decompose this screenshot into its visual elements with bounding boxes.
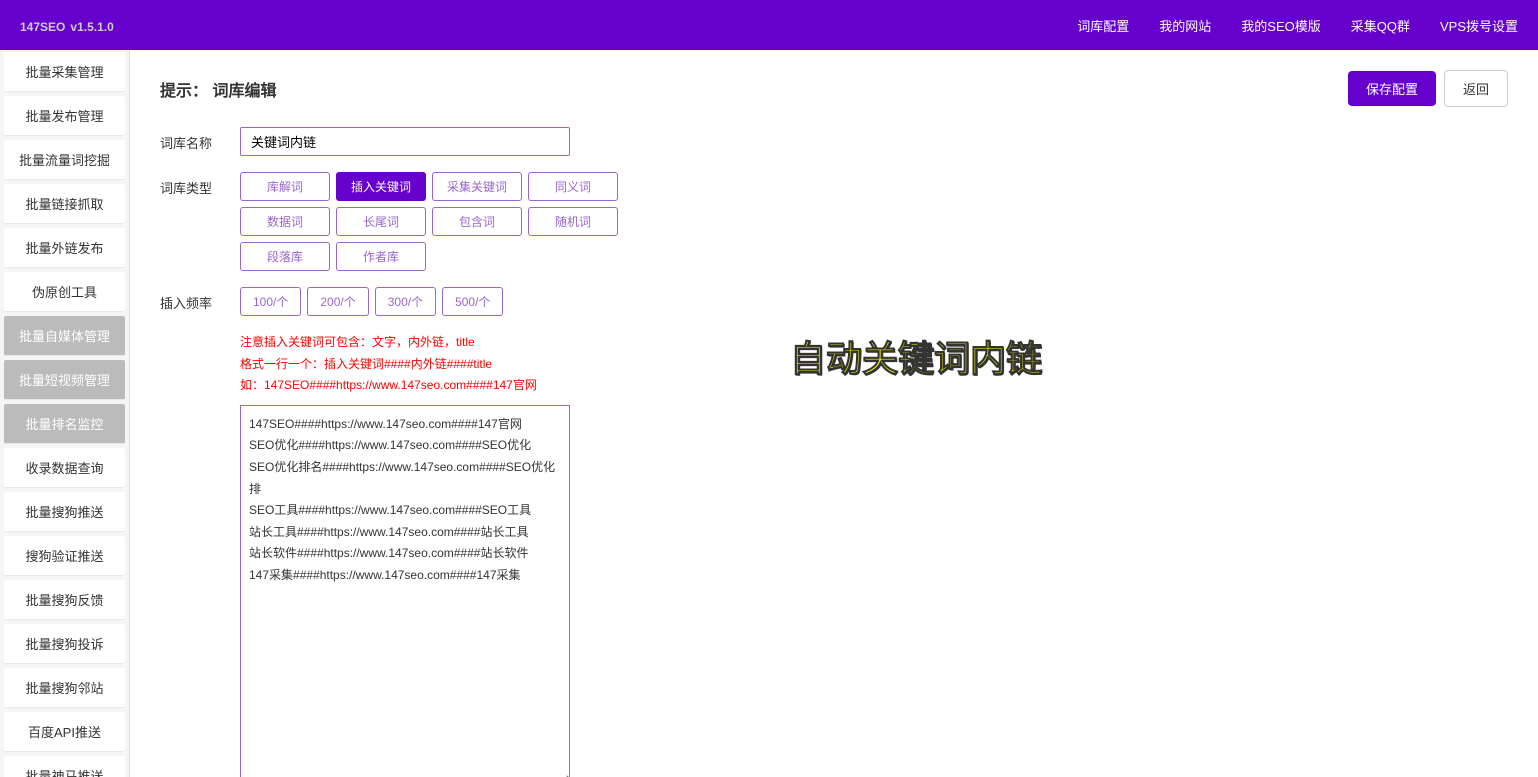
type-btn-4[interactable]: 数据词 (240, 207, 330, 236)
keyword-textarea[interactable]: 147SEO####https://www.147seo.com####147官… (240, 405, 570, 777)
page-header: 提示： 词库编辑 保存配置 返回 (160, 70, 1508, 107)
nav-qqgroup[interactable]: 采集QQ群 (1351, 16, 1410, 35)
notice-label-spacer (160, 332, 240, 338)
type-btn-8[interactable]: 段落库 (240, 242, 330, 271)
freq-content: 100/个 200/个 300/个 500/个 (240, 287, 1508, 316)
nav-items: 词库配置 我的网站 我的SEO模版 采集QQ群 VPS拨号设置 (1077, 16, 1518, 35)
sidebar-item-batch-collect[interactable]: 批量采集管理 (4, 52, 125, 92)
sidebar-item-sogou-neighbor[interactable]: 批量搜狗邻站 (4, 668, 125, 708)
sidebar-item-batch-publish[interactable]: 批量发布管理 (4, 96, 125, 136)
sidebar-item-batch-external[interactable]: 批量外链发布 (4, 228, 125, 268)
page-title: 提示： 词库编辑 (160, 77, 1348, 101)
freq-btn-500[interactable]: 500/个 (442, 287, 503, 316)
main-layout: 批量采集管理 批量发布管理 批量流量词挖掘 批量链接抓取 批量外链发布 伪原创工… (0, 50, 1538, 777)
version-text: v1.5.1.0 (70, 20, 113, 34)
sidebar-item-sogou-push[interactable]: 批量搜狗推送 (4, 492, 125, 532)
type-buttons-grid: 库解词 插入关键词 采集关键词 同义词 数据词 长尾词 包含词 随机词 段落库 … (240, 172, 1508, 271)
sidebar-item-batch-ranking: 批量排名监控 (4, 404, 125, 444)
freq-btn-300[interactable]: 300/个 (375, 287, 436, 316)
sidebar-item-sogou-verify[interactable]: 搜狗验证推送 (4, 536, 125, 576)
type-btn-7[interactable]: 随机词 (528, 207, 618, 236)
content-area: 提示： 词库编辑 保存配置 返回 词库名称 词库类型 库解词 插入关键词 采集关… (130, 50, 1538, 777)
type-label: 词库类型 (160, 172, 240, 197)
notice-row: 注意插入关键词可包含：文字，内外链，title 格式一行一个：插入关键词####… (160, 332, 1508, 777)
type-btn-0[interactable]: 库解词 (240, 172, 330, 201)
nav-vps[interactable]: VPS拨号设置 (1440, 16, 1518, 35)
sidebar-item-pseudo-original[interactable]: 伪原创工具 (4, 272, 125, 312)
sidebar-item-batch-traffic[interactable]: 批量流量词挖掘 (4, 140, 125, 180)
nav-seotemplate[interactable]: 我的SEO模版 (1241, 16, 1320, 35)
name-input[interactable] (240, 127, 570, 156)
type-row: 词库类型 库解词 插入关键词 采集关键词 同义词 数据词 长尾词 包含词 随机词… (160, 172, 1508, 271)
type-btn-6[interactable]: 包含词 (432, 207, 522, 236)
sidebar-item-batch-link[interactable]: 批量链接抓取 (4, 184, 125, 224)
sidebar-item-baidu-api[interactable]: 百度API推送 (4, 712, 125, 752)
save-button[interactable]: 保存配置 (1348, 71, 1436, 106)
top-navigation: 147SEO v1.5.1.0 词库配置 我的网站 我的SEO模版 采集QQ群 … (0, 0, 1538, 50)
nav-wordlib[interactable]: 词库配置 (1077, 16, 1129, 35)
freq-row: 插入频率 100/个 200/个 300/个 500/个 (160, 287, 1508, 316)
sidebar-item-batch-video: 批量短视频管理 (4, 360, 125, 400)
sidebar-item-batch-media: 批量自媒体管理 (4, 316, 125, 356)
big-decorative-title: 自动关键词内链 (790, 330, 1042, 382)
freq-btn-100[interactable]: 100/个 (240, 287, 301, 316)
freq-buttons-group: 100/个 200/个 300/个 500/个 (240, 287, 1508, 316)
sidebar: 批量采集管理 批量发布管理 批量流量词挖掘 批量链接抓取 批量外链发布 伪原创工… (0, 50, 130, 777)
type-btn-2[interactable]: 采集关键词 (432, 172, 522, 201)
logo-text: 147SEO (20, 20, 65, 34)
type-btn-3[interactable]: 同义词 (528, 172, 618, 201)
type-btn-9[interactable]: 作者库 (336, 242, 426, 271)
sidebar-item-data-query[interactable]: 收录数据查询 (4, 448, 125, 488)
type-btn-5[interactable]: 长尾词 (336, 207, 426, 236)
name-content (240, 127, 1508, 156)
notice-content: 注意插入关键词可包含：文字，内外链，title 格式一行一个：插入关键词####… (240, 332, 1508, 777)
freq-label: 插入频率 (160, 287, 240, 312)
name-label: 词库名称 (160, 127, 240, 152)
name-row: 词库名称 (160, 127, 1508, 156)
freq-btn-200[interactable]: 200/个 (307, 287, 368, 316)
sidebar-item-sogou-feedback[interactable]: 批量搜狗反馈 (4, 580, 125, 620)
sidebar-item-sogou-complaint[interactable]: 批量搜狗投诉 (4, 624, 125, 664)
back-button[interactable]: 返回 (1444, 70, 1508, 107)
app-logo: 147SEO v1.5.1.0 (20, 15, 114, 36)
nav-mysite[interactable]: 我的网站 (1159, 16, 1211, 35)
type-content: 库解词 插入关键词 采集关键词 同义词 数据词 长尾词 包含词 随机词 段落库 … (240, 172, 1508, 271)
sidebar-item-shenma-push[interactable]: 批量神马推送 (4, 756, 125, 777)
type-btn-1[interactable]: 插入关键词 (336, 172, 426, 201)
